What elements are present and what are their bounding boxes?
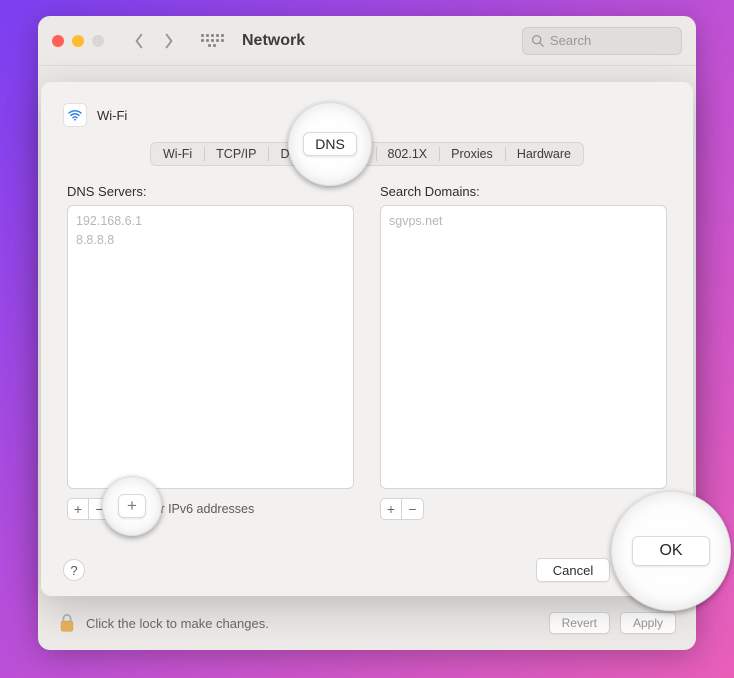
search-domains-label: Search Domains:: [380, 184, 667, 199]
bottom-bar: Click the lock to make changes. Revert A…: [38, 596, 696, 650]
lock-hint-text: Click the lock to make changes.: [86, 616, 269, 631]
zoom-window-button[interactable]: [92, 35, 104, 47]
dns-servers-label: DNS Servers:: [67, 184, 354, 199]
sheet-footer: ? Cancel OK: [63, 546, 671, 582]
apply-button[interactable]: Apply: [620, 612, 676, 634]
wifi-icon: [63, 103, 87, 127]
remove-dns-server-button[interactable]: −: [89, 498, 111, 520]
search-field[interactable]: Search: [522, 27, 682, 55]
chevron-right-icon: [164, 33, 174, 49]
search-domains-column: Search Domains: sgvps.net + −: [380, 184, 667, 523]
cancel-button[interactable]: Cancel: [536, 558, 610, 582]
tab-dns[interactable]: DNS: [268, 143, 318, 165]
dns-server-item[interactable]: 192.168.6.1: [76, 212, 345, 231]
network-advanced-sheet: Wi-Fi Wi-Fi TCP/IP DNS WINS 802.1X Proxi…: [41, 82, 693, 596]
add-dns-server-button[interactable]: +: [67, 498, 89, 520]
dns-servers-hint: IPv4 or IPv6 addresses: [125, 502, 254, 516]
dns-columns: DNS Servers: 192.168.6.1 8.8.8.8 + − IPv…: [63, 184, 671, 523]
back-button[interactable]: [126, 28, 152, 54]
help-button[interactable]: ?: [63, 559, 85, 581]
chevron-left-icon: [134, 33, 144, 49]
window-traffic-lights: [52, 35, 104, 47]
search-domains-pm-group: + −: [380, 498, 424, 520]
remove-search-domain-button[interactable]: −: [402, 498, 424, 520]
tab-tcpip[interactable]: TCP/IP: [204, 143, 268, 165]
titlebar: Network Search: [38, 16, 696, 66]
revert-button[interactable]: Revert: [549, 612, 610, 634]
dns-servers-footer: + − IPv4 or IPv6 addresses: [67, 495, 354, 523]
minimize-window-button[interactable]: [72, 35, 84, 47]
add-search-domain-button[interactable]: +: [380, 498, 402, 520]
tab-proxies[interactable]: Proxies: [439, 143, 505, 165]
tab-hardware[interactable]: Hardware: [505, 143, 583, 165]
close-window-button[interactable]: [52, 35, 64, 47]
search-domains-footer: + −: [380, 495, 667, 523]
tab-bar: Wi-Fi TCP/IP DNS WINS 802.1X Proxies Har…: [150, 142, 584, 166]
show-all-button[interactable]: [200, 29, 224, 53]
sheet-header: Wi-Fi: [63, 100, 671, 130]
forward-button[interactable]: [156, 28, 182, 54]
tab-wins[interactable]: WINS: [319, 143, 376, 165]
dns-servers-pm-group: + −: [67, 498, 111, 520]
search-icon: [531, 34, 544, 47]
ok-button[interactable]: OK: [618, 558, 671, 582]
search-domains-list[interactable]: sgvps.net: [380, 205, 667, 489]
window-title: Network: [242, 32, 305, 50]
search-placeholder: Search: [550, 33, 591, 48]
connection-name: Wi-Fi: [97, 108, 127, 123]
nav-arrows: [126, 28, 182, 54]
search-domain-item[interactable]: sgvps.net: [389, 212, 658, 231]
dns-server-item[interactable]: 8.8.8.8: [76, 231, 345, 250]
dns-servers-list[interactable]: 192.168.6.1 8.8.8.8: [67, 205, 354, 489]
tab-8021x[interactable]: 802.1X: [376, 143, 440, 165]
dns-servers-column: DNS Servers: 192.168.6.1 8.8.8.8 + − IPv…: [67, 184, 354, 523]
lock-icon[interactable]: [58, 613, 76, 633]
system-prefs-window: Network Search Click the lock to make ch…: [38, 16, 696, 650]
tab-wifi[interactable]: Wi-Fi: [151, 143, 204, 165]
